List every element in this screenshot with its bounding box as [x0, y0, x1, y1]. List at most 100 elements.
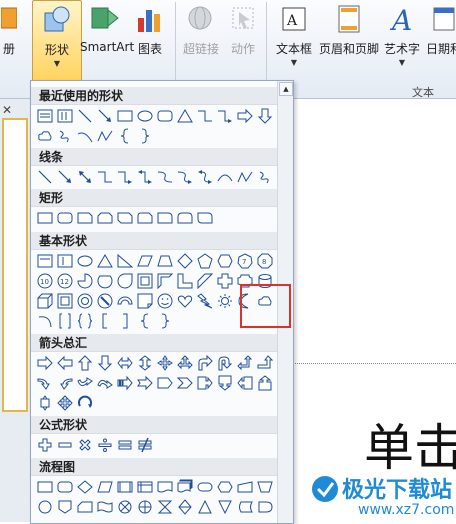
smartart-button[interactable]: SmartArt [80, 0, 134, 84]
flowchart-preparation-shape-icon[interactable] [217, 479, 233, 495]
vertical-textbox-shape-icon[interactable] [57, 253, 73, 269]
smiley-face-shape-icon[interactable] [157, 293, 173, 309]
snip-corner-rectangle-shape-icon[interactable] [77, 210, 93, 226]
curved-left-arrow-shape-icon[interactable] [57, 375, 73, 391]
flowchart-predefined-process-shape-icon[interactable] [117, 479, 133, 495]
striped-right-arrow-shape-icon[interactable] [117, 375, 133, 391]
flowchart-merge-shape-icon[interactable] [217, 499, 233, 515]
double-bracket-shape-icon[interactable] [57, 313, 73, 329]
close-icon[interactable]: ✕ [2, 103, 12, 117]
flowchart-offpage-connector-shape-icon[interactable] [57, 499, 73, 515]
flowchart-punched-tape-shape-icon[interactable] [97, 499, 113, 515]
elbow-arrow-connector-shape-icon[interactable] [117, 169, 133, 185]
line-shape-icon[interactable] [37, 169, 53, 185]
slide-thumbnail[interactable] [2, 118, 28, 412]
quad-arrow-callout-alt-shape-icon[interactable] [57, 395, 73, 411]
right-brace-shape-icon[interactable] [157, 313, 173, 329]
left-bracket-shape-icon[interactable] [97, 313, 113, 329]
triangle-shape-icon[interactable] [97, 253, 113, 269]
rectangle-shape-icon[interactable] [37, 210, 53, 226]
left-arrow-callout-shape-icon[interactable] [237, 375, 253, 391]
cloud-shape-icon[interactable] [37, 128, 53, 144]
freeform-shape-icon[interactable] [97, 128, 113, 144]
notched-right-arrow-shape-icon[interactable] [137, 375, 153, 391]
flowchart-collate-shape-icon[interactable] [157, 499, 173, 515]
left-arrow-shape-icon[interactable] [57, 355, 73, 371]
diagonal-stripe-shape-icon[interactable] [197, 273, 213, 289]
textbox-shape-icon[interactable] [37, 108, 53, 124]
curved-down-arrow-shape-icon[interactable] [97, 375, 113, 391]
up-arrow-callout-shape-icon[interactable] [257, 375, 273, 391]
circular-arrow-shape-icon[interactable] [77, 395, 93, 411]
block-arc-shape-icon[interactable] [117, 293, 133, 309]
freeform-scribble-shape-icon[interactable] [57, 128, 73, 144]
divide-shape-icon[interactable] [97, 437, 113, 453]
heart-shape-icon[interactable] [177, 293, 193, 309]
hexagon-shape-icon[interactable] [217, 253, 233, 269]
action-button[interactable]: 动作 [226, 0, 260, 84]
curved-double-arrow-connector-shape-icon[interactable] [197, 169, 213, 185]
curved-up-arrow-shape-icon[interactable] [77, 375, 93, 391]
round-single-corner-rectangle-shape-icon[interactable] [157, 210, 173, 226]
arc-shape-icon[interactable] [37, 313, 53, 329]
left-up-arrow-shape-icon[interactable] [237, 355, 253, 371]
hyperlink-button[interactable]: 超链接 [178, 0, 224, 84]
quad-arrow-shape-icon[interactable] [157, 355, 173, 371]
snip-round-rectangle-shape-icon[interactable] [137, 210, 153, 226]
donut-shape-icon[interactable] [77, 293, 93, 309]
pentagon-arrow-shape-icon[interactable] [157, 375, 173, 391]
half-frame-shape-icon[interactable] [157, 273, 173, 289]
freeform-shape-icon[interactable] [237, 169, 253, 185]
line-shape-icon[interactable] [77, 108, 93, 124]
flowchart-stored-data-shape-icon[interactable] [237, 499, 253, 515]
rounded-rectangle-shape-icon[interactable] [57, 210, 73, 226]
frame-shape-icon[interactable] [137, 273, 153, 289]
octagon-shape-icon[interactable]: 8 [257, 253, 273, 269]
double-arrow-line-shape-icon[interactable] [77, 169, 93, 185]
up-down-arrow-shape-icon[interactable] [137, 355, 153, 371]
chord-shape-icon[interactable] [97, 273, 113, 289]
left-right-up-arrow-shape-icon[interactable] [177, 355, 193, 371]
header-footer-button[interactable]: 页眉和页脚 [316, 0, 382, 84]
chart-button[interactable]: 图表 [132, 0, 168, 84]
minus-shape-icon[interactable] [57, 437, 73, 453]
flowchart-internal-storage-shape-icon[interactable] [137, 479, 153, 495]
shapes-button[interactable]: 形状 ▼ [32, 0, 82, 86]
elbow-double-arrow-connector-shape-icon[interactable] [137, 169, 153, 185]
flowchart-data-shape-icon[interactable] [97, 479, 113, 495]
cube-shape-icon[interactable] [37, 293, 53, 309]
oval-shape-icon[interactable] [137, 108, 153, 124]
lightning-bolt-shape-icon[interactable] [197, 293, 213, 309]
triangle-shape-icon[interactable] [177, 108, 193, 124]
textbox-shape-icon[interactable] [37, 253, 53, 269]
datetime-button[interactable]: 日期和 [424, 0, 456, 84]
right-bracket-shape-icon[interactable] [117, 313, 133, 329]
curve-shape-icon[interactable] [77, 128, 93, 144]
down-arrow-shape-icon[interactable] [257, 108, 273, 124]
multiply-shape-icon[interactable] [77, 437, 93, 453]
decagon-shape-icon[interactable]: 10 [37, 273, 53, 289]
bevel-shape-icon[interactable] [57, 293, 73, 309]
snip-diagonal-rectangle-shape-icon[interactable] [117, 210, 133, 226]
vertical-textbox-shape-icon[interactable] [57, 108, 73, 124]
rectangle-shape-icon[interactable] [117, 108, 133, 124]
plus-shape-icon[interactable] [37, 437, 53, 453]
scroll-up-icon[interactable]: ▲ [279, 82, 293, 96]
left-brace-shape-icon[interactable] [137, 313, 153, 329]
heptagon-shape-icon[interactable]: 7 [237, 253, 253, 269]
flowchart-sort-shape-icon[interactable] [177, 499, 193, 515]
sun-shape-icon[interactable] [217, 293, 233, 309]
flowchart-connector-shape-icon[interactable] [37, 499, 53, 515]
bent-arrow-shape-icon[interactable] [197, 355, 213, 371]
freeform-scribble-shape-icon[interactable] [257, 169, 273, 185]
down-arrow-shape-icon[interactable] [97, 355, 113, 371]
curve-shape-icon[interactable] [217, 169, 233, 185]
arrow-line-shape-icon[interactable] [57, 169, 73, 185]
folded-corner-shape-icon[interactable] [137, 293, 153, 309]
flowchart-alternate-process-shape-icon[interactable] [57, 479, 73, 495]
bent-up-arrow-shape-icon[interactable] [257, 355, 273, 371]
flowchart-extract-shape-icon[interactable] [197, 499, 213, 515]
cross-shape-icon[interactable] [217, 273, 233, 289]
flowchart-manual-operation-shape-icon[interactable] [257, 479, 273, 495]
flowchart-delay-shape-icon[interactable] [257, 499, 273, 515]
